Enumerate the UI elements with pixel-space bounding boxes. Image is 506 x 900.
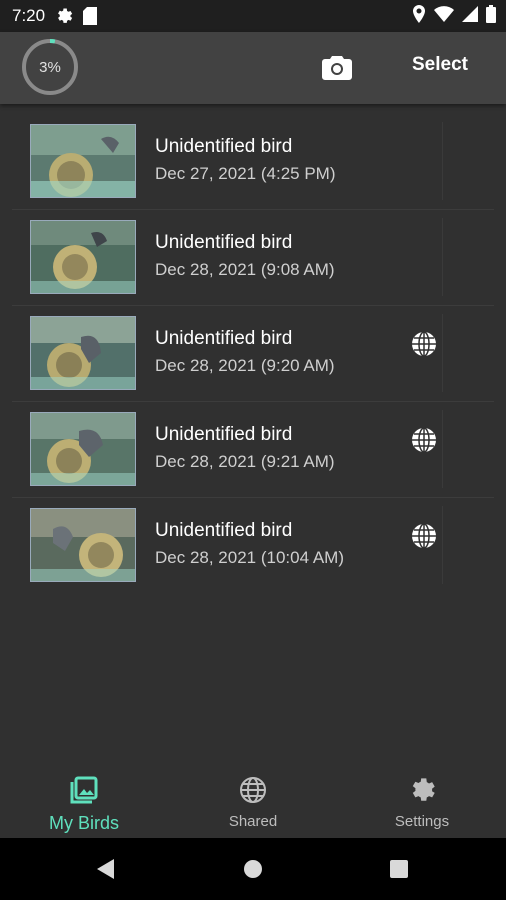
bird-date: Dec 28, 2021 (9:21 AM) — [155, 452, 335, 471]
status-time: 7:20 — [12, 6, 46, 25]
nav-shared[interactable]: Shared — [193, 776, 313, 830]
signal-icon — [462, 5, 478, 27]
list-item[interactable]: Unidentified bird Dec 28, 2021 (10:04 AM… — [12, 498, 494, 593]
wifi-icon — [434, 5, 454, 27]
sd-card-icon — [83, 7, 98, 25]
bird-title: Unidentified bird — [155, 328, 293, 349]
globe-icon[interactable] — [410, 426, 438, 454]
upload-progress-indicator: 3% — [21, 38, 79, 96]
nav-label: My Birds — [48, 813, 119, 833]
location-icon — [412, 4, 426, 28]
photo-library-icon — [70, 776, 98, 808]
bird-title: Unidentified bird — [155, 136, 293, 157]
globe-icon[interactable] — [410, 522, 438, 550]
globe-icon[interactable] — [410, 330, 438, 358]
bird-title: Unidentified bird — [155, 424, 293, 445]
status-bar: 7:20 — [0, 0, 506, 32]
system-navigation-bar — [0, 838, 506, 900]
settings-status-icon — [55, 7, 73, 25]
bird-thumbnail — [30, 412, 136, 486]
bird-list: Unidentified bird Dec 27, 2021 (4:25 PM)… — [12, 114, 494, 593]
list-item[interactable]: Unidentified bird Dec 27, 2021 (4:25 PM) — [12, 114, 494, 210]
bird-title: Unidentified bird — [155, 232, 293, 253]
bird-thumbnail — [30, 124, 136, 198]
globe-icon — [239, 777, 267, 808]
bird-title: Unidentified bird — [155, 520, 293, 541]
list-item[interactable]: Unidentified bird Dec 28, 2021 (9:21 AM) — [12, 402, 494, 498]
list-item[interactable]: Unidentified bird Dec 28, 2021 (9:08 AM) — [12, 210, 494, 306]
list-item[interactable]: Unidentified bird Dec 28, 2021 (9:20 AM) — [12, 306, 494, 402]
bottom-navigation: My Birds Shared Settings — [0, 770, 506, 838]
row-divider — [442, 218, 443, 296]
row-divider — [442, 314, 443, 392]
nav-label: Shared — [228, 813, 278, 830]
app-bar: 3% Select — [0, 32, 506, 104]
nav-label: Settings — [394, 813, 450, 830]
row-divider — [442, 122, 443, 200]
bird-date: Dec 28, 2021 (9:08 AM) — [155, 260, 335, 279]
bird-thumbnail — [30, 316, 136, 390]
home-icon[interactable] — [243, 859, 263, 884]
bird-date: Dec 27, 2021 (4:25 PM) — [155, 164, 336, 183]
nav-settings[interactable]: Settings — [362, 776, 482, 830]
battery-icon — [486, 4, 496, 28]
camera-icon[interactable] — [322, 54, 352, 80]
select-button[interactable]: Select — [412, 54, 468, 76]
gear-icon — [408, 778, 436, 808]
row-divider — [442, 410, 443, 488]
progress-text: 3% — [39, 58, 61, 76]
bird-date: Dec 28, 2021 (9:20 AM) — [155, 356, 335, 375]
back-icon[interactable] — [96, 858, 116, 885]
bird-thumbnail — [30, 220, 136, 294]
nav-my-birds[interactable]: My Birds — [24, 776, 144, 834]
bird-thumbnail — [30, 508, 136, 582]
recents-icon[interactable] — [390, 860, 408, 883]
bird-date: Dec 28, 2021 (10:04 AM) — [155, 548, 345, 567]
row-divider — [442, 506, 443, 584]
